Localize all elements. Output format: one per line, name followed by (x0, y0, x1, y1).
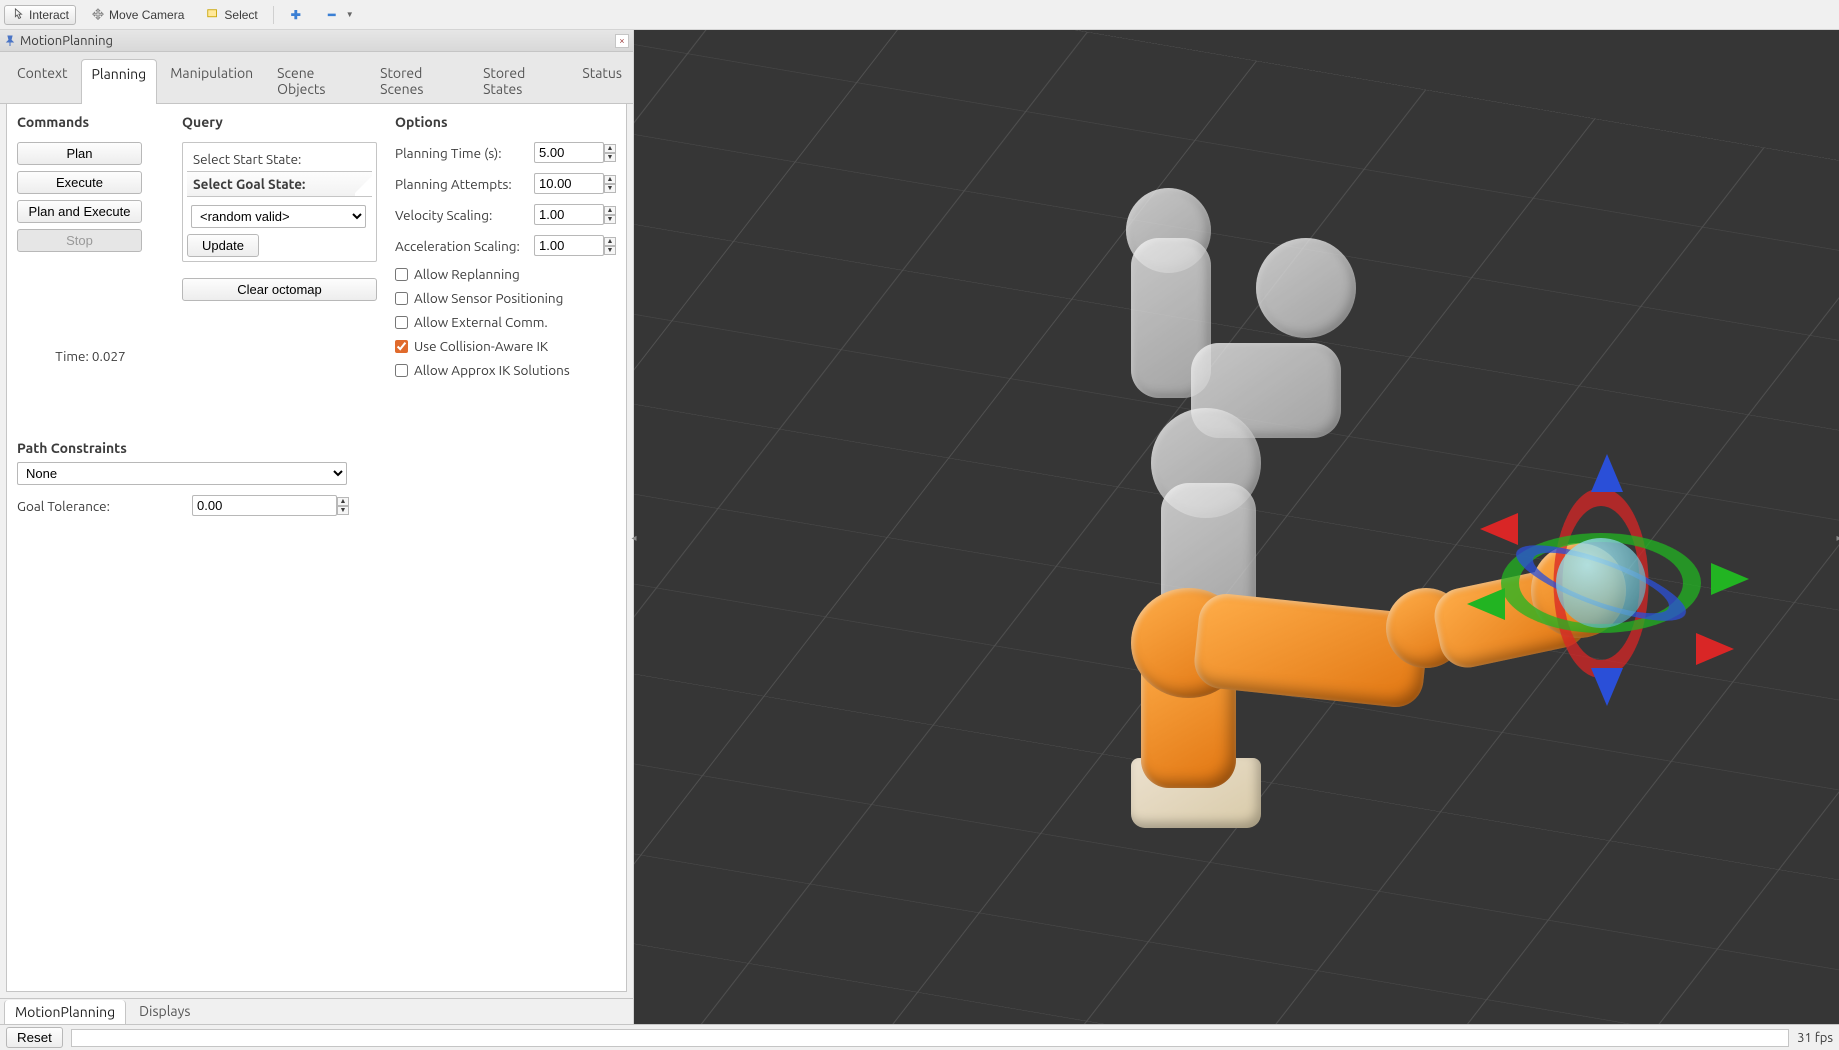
interact-label: Interact (29, 8, 69, 22)
clear-octomap-button[interactable]: Clear octomap (182, 278, 377, 301)
panel-close-button[interactable]: × (615, 34, 629, 48)
bottom-tab-motionplanning[interactable]: MotionPlanning (4, 1000, 126, 1025)
time-label: Time: 0.027 (17, 348, 164, 364)
constraints-header: Path Constraints (17, 440, 616, 456)
focus-remove-button[interactable]: ━ ▼ (318, 5, 364, 25)
plus-icon: ✚ (289, 8, 303, 22)
tab-context[interactable]: Context (6, 58, 79, 103)
tab-stored-states[interactable]: Stored States (472, 58, 569, 103)
collision-ik-check[interactable] (395, 340, 408, 353)
options-header: Options (395, 114, 616, 130)
reset-button[interactable]: Reset (6, 1027, 63, 1048)
spin-up-icon[interactable]: ▲ (604, 237, 616, 246)
move-camera-icon (91, 8, 105, 22)
accel-scaling-label: Acceleration Scaling: (395, 238, 530, 254)
spin-up-icon[interactable]: ▲ (604, 206, 616, 215)
pin-icon (4, 35, 16, 47)
plan-and-execute-button[interactable]: Plan and Execute (17, 200, 142, 223)
toolbar-separator (273, 6, 274, 24)
bottom-tabs: MotionPlanning Displays (0, 998, 633, 1024)
start-state-tab[interactable]: Select Start State: (187, 147, 372, 172)
focus-add-button[interactable]: ✚ (282, 5, 310, 25)
plan-button[interactable]: Plan (17, 142, 142, 165)
allow-replanning-check[interactable] (395, 268, 408, 281)
interact-button[interactable]: Interact (4, 5, 76, 25)
spin-down-icon[interactable]: ▼ (604, 153, 616, 162)
chevron-down-icon: ▼ (343, 8, 357, 22)
execute-button[interactable]: Execute (17, 171, 142, 194)
update-button[interactable]: Update (187, 234, 259, 257)
status-field (71, 1029, 1789, 1047)
interact-icon (11, 8, 25, 22)
query-header: Query (182, 114, 377, 130)
allow-sensor-check[interactable] (395, 292, 408, 305)
viewport-3d[interactable]: ◂ ▸ (634, 30, 1839, 1024)
tab-scene-objects[interactable]: Scene Objects (266, 58, 367, 103)
allow-external-check[interactable] (395, 316, 408, 329)
main-toolbar: Interact Move Camera Select ✚ ━ ▼ (0, 0, 1839, 30)
tab-manipulation[interactable]: Manipulation (159, 58, 264, 103)
spin-up-icon[interactable]: ▲ (604, 175, 616, 184)
bottom-tab-displays[interactable]: Displays (128, 999, 201, 1024)
select-button[interactable]: Select (199, 5, 264, 25)
accel-scaling-input[interactable] (534, 235, 604, 256)
move-camera-label: Move Camera (109, 8, 184, 22)
velocity-scaling-input[interactable] (534, 204, 604, 225)
spin-up-icon[interactable]: ▲ (337, 497, 349, 506)
tabs-row: Context Planning Manipulation Scene Obje… (0, 52, 633, 104)
path-constraints-select[interactable]: None (17, 462, 347, 485)
status-bar: Reset 31 fps (0, 1024, 1839, 1050)
fps-label: 31 fps (1797, 1031, 1833, 1045)
planning-time-input[interactable] (534, 142, 604, 163)
select-icon (206, 8, 220, 22)
allow-replanning-label: Allow Replanning (414, 266, 520, 282)
goal-tolerance-label: Goal Tolerance: (17, 498, 182, 514)
panel-titlebar[interactable]: MotionPlanning × (0, 30, 633, 52)
query-box: Select Start State: Select Goal State: <… (182, 142, 377, 262)
planning-time-label: Planning Time (s): (395, 145, 530, 161)
spin-down-icon[interactable]: ▼ (604, 215, 616, 224)
left-pane: MotionPlanning × Context Planning Manipu… (0, 30, 634, 1024)
velocity-scaling-label: Velocity Scaling: (395, 207, 530, 223)
approx-ik-check[interactable] (395, 364, 408, 377)
planning-attempts-input[interactable] (534, 173, 604, 194)
move-camera-button[interactable]: Move Camera (84, 5, 191, 25)
tab-planning[interactable]: Planning (81, 59, 158, 104)
stop-button: Stop (17, 229, 142, 252)
commands-header: Commands (17, 114, 164, 130)
allow-external-label: Allow External Comm. (414, 314, 548, 330)
allow-sensor-label: Allow Sensor Positioning (414, 290, 563, 306)
spin-down-icon[interactable]: ▼ (337, 506, 349, 515)
planning-attempts-label: Planning Attempts: (395, 176, 530, 192)
goal-tolerance-input[interactable] (192, 495, 337, 516)
spin-down-icon[interactable]: ▼ (604, 246, 616, 255)
tab-status[interactable]: Status (571, 58, 633, 103)
minus-icon: ━ (325, 8, 339, 22)
goal-state-tab[interactable]: Select Goal State: (187, 172, 372, 197)
spin-down-icon[interactable]: ▼ (604, 184, 616, 193)
tab-stored-scenes[interactable]: Stored Scenes (369, 58, 470, 103)
collision-ik-label: Use Collision-Aware IK (414, 338, 548, 354)
panel-title-text: MotionPlanning (20, 34, 113, 48)
select-label: Select (224, 8, 257, 22)
planning-panel-body: Commands Plan Execute Plan and Execute S… (6, 104, 627, 992)
approx-ik-label: Allow Approx IK Solutions (414, 362, 570, 378)
goal-state-select[interactable]: <random valid> (191, 205, 366, 228)
spin-up-icon[interactable]: ▲ (604, 144, 616, 153)
